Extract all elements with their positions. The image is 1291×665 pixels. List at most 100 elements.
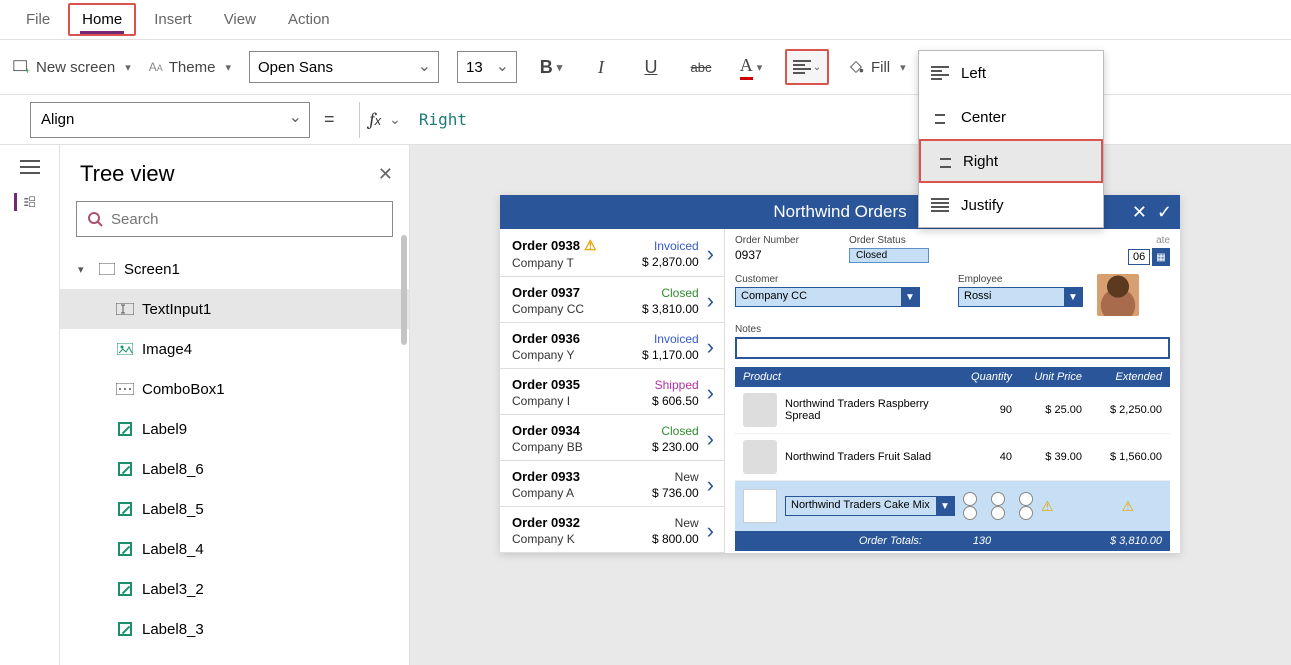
font-name-input[interactable]: [249, 51, 439, 83]
order-date-picker[interactable]: 06 ▦: [1128, 248, 1170, 266]
label-order-number: Order Number: [735, 235, 835, 246]
calendar-icon[interactable]: ▦: [1152, 248, 1170, 266]
tree-node-label8_5[interactable]: Label8_5: [60, 489, 409, 529]
menu-home[interactable]: Home: [68, 3, 136, 36]
tree-node-label8_4[interactable]: Label8_4: [60, 529, 409, 569]
control-icon: [116, 582, 134, 596]
font-size-select[interactable]: [457, 51, 517, 83]
tree-view-icon[interactable]: [14, 193, 36, 211]
align-menu: Left Center Right Justify: [918, 50, 1104, 228]
order-totals-row: Order Totals: 130 $ 3,810.00: [735, 531, 1170, 551]
tree-view-title: Tree view: [80, 161, 175, 187]
tree-search[interactable]: [76, 201, 393, 237]
bold-button[interactable]: B: [535, 51, 567, 83]
employee-combobox[interactable]: Rossi▼: [958, 287, 1083, 307]
order-gallery-item[interactable]: Order 0935Company IShipped$ 606.50›: [500, 369, 724, 415]
equals-sign: =: [324, 109, 335, 130]
theme-label: Theme: [169, 59, 216, 76]
order-gallery-item[interactable]: Order 0937Company CCClosed$ 3,810.00›: [500, 277, 724, 323]
fill-button[interactable]: Fill: [847, 58, 906, 76]
product-combobox[interactable]: Northwind Traders Cake Mix▼: [785, 496, 955, 516]
menu-insert[interactable]: Insert: [140, 3, 206, 36]
menu-view[interactable]: View: [210, 3, 270, 36]
fx-dropdown[interactable]: [387, 111, 401, 129]
menu-action[interactable]: Action: [274, 3, 344, 36]
warning-icon: ⚠: [584, 237, 597, 254]
order-gallery[interactable]: Order 0938 ⚠Company TInvoiced$ 2,870.00›…: [500, 229, 725, 553]
order-gallery-item[interactable]: Order 0934Company BBClosed$ 230.00›: [500, 415, 724, 461]
chevron-down-icon[interactable]: ▼: [936, 497, 954, 515]
tree-node-label3_2[interactable]: Label3_2: [60, 569, 409, 609]
app-title: Northwind Orders: [773, 202, 906, 222]
selection-handles[interactable]: [963, 492, 1033, 520]
property-input[interactable]: [30, 102, 310, 138]
align-justify-item[interactable]: Justify: [919, 183, 1103, 227]
font-color-button[interactable]: A: [735, 51, 767, 83]
order-gallery-item[interactable]: Order 0936Company YInvoiced$ 1,170.00›: [500, 323, 724, 369]
chevron-right-icon[interactable]: ›: [707, 334, 714, 360]
chevron-down-icon[interactable]: ▼: [1064, 288, 1082, 306]
new-screen-button[interactable]: + New screen: [12, 58, 131, 76]
tree-node-textinput1[interactable]: TextInput1: [60, 289, 409, 329]
chevron-right-icon[interactable]: ›: [707, 241, 714, 267]
chevron-right-icon[interactable]: ›: [707, 472, 714, 498]
italic-button[interactable]: I: [585, 51, 617, 83]
align-left-item[interactable]: Left: [919, 51, 1103, 95]
tree-node-combobox1[interactable]: ComboBox1: [60, 369, 409, 409]
main-area: Tree view ✕ ▾Screen1TextInput1Image4Comb…: [0, 145, 1291, 665]
fx-icon[interactable]: fx: [370, 109, 382, 130]
strikethrough-button[interactable]: abc: [685, 51, 717, 83]
align-icon: [793, 60, 811, 74]
theme-button[interactable]: AA Theme: [149, 59, 231, 76]
font-size-input[interactable]: [457, 51, 517, 83]
tree-node-label8_6[interactable]: Label8_6: [60, 449, 409, 489]
product-edit-row: Northwind Traders Cake Mix▼ ⚠ ⚠: [735, 481, 1170, 531]
product-thumb: [743, 440, 777, 474]
new-screen-icon: +: [12, 58, 30, 76]
chevron-right-icon[interactable]: ›: [707, 426, 714, 452]
chevron-right-icon[interactable]: ›: [707, 380, 714, 406]
tree-list: ▾Screen1TextInput1Image4ComboBox1Label9L…: [60, 249, 409, 649]
label-customer: Customer: [735, 274, 920, 285]
order-gallery-item[interactable]: Order 0932Company KNew$ 800.00›: [500, 507, 724, 553]
property-selector[interactable]: [0, 102, 310, 138]
header-check-icon[interactable]: ✓: [1157, 202, 1172, 223]
tree-search-input[interactable]: [111, 211, 382, 228]
align-right-item[interactable]: Right: [919, 139, 1103, 183]
product-row[interactable]: Northwind Traders Fruit Salad40$ 39.00$ …: [735, 434, 1170, 481]
chevron-right-icon[interactable]: ›: [707, 288, 714, 314]
chevron-right-icon[interactable]: ›: [707, 518, 714, 544]
fill-icon: [847, 58, 865, 76]
new-screen-label: New screen: [36, 59, 115, 76]
order-gallery-item[interactable]: Order 0938 ⚠Company TInvoiced$ 2,870.00›: [500, 229, 724, 277]
order-detail-form: Order Number 0937 Order Status Closed at…: [725, 229, 1180, 553]
align-center-item[interactable]: Center: [919, 95, 1103, 139]
value-order-number: 0937: [735, 248, 835, 262]
close-icon[interactable]: ✕: [378, 164, 393, 185]
menu-file[interactable]: File: [12, 3, 64, 36]
control-icon: [116, 382, 134, 396]
tree-scrollbar-thumb[interactable]: [401, 235, 407, 345]
product-row[interactable]: Northwind Traders Raspberry Spread90$ 25…: [735, 387, 1170, 434]
warning-icon: ⚠: [1041, 498, 1054, 515]
left-rail: [0, 145, 60, 665]
tree-view-panel: Tree view ✕ ▾Screen1TextInput1Image4Comb…: [60, 145, 410, 665]
customer-combobox[interactable]: Company CC▼: [735, 287, 920, 307]
tree-node-image4[interactable]: Image4: [60, 329, 409, 369]
tree-node-label8_3[interactable]: Label8_3: [60, 609, 409, 649]
header-x-icon[interactable]: ✕: [1132, 202, 1147, 223]
underline-button[interactable]: U: [635, 51, 667, 83]
tree-node-label9[interactable]: Label9: [60, 409, 409, 449]
hamburger-icon[interactable]: [19, 159, 41, 175]
font-name-select[interactable]: [249, 51, 439, 83]
control-icon: [116, 462, 134, 476]
text-align-button[interactable]: ⌄: [785, 49, 829, 85]
formula-value[interactable]: Right: [419, 110, 467, 129]
canvas-area[interactable]: Left Center Right Justify Northwind Orde…: [410, 145, 1291, 665]
tree-node-screen1[interactable]: ▾Screen1: [60, 249, 409, 289]
label-employee: Employee: [958, 274, 1083, 285]
notes-input[interactable]: [735, 337, 1170, 359]
label-order-status: Order Status: [849, 235, 929, 246]
chevron-down-icon[interactable]: ▼: [901, 288, 919, 306]
order-gallery-item[interactable]: Order 0933Company ANew$ 736.00›: [500, 461, 724, 507]
